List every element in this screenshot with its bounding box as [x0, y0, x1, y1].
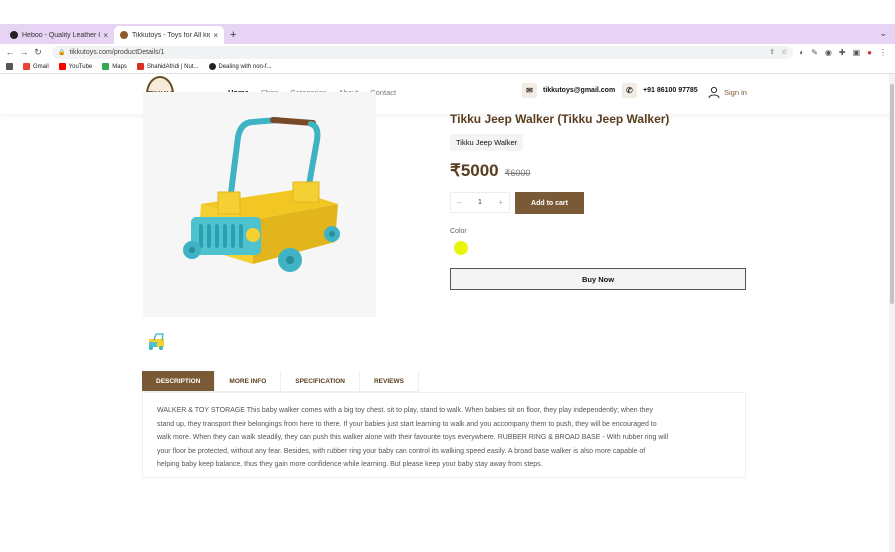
product-title: Tikku Jeep Walker (Tikku Jeep Walker)	[450, 112, 670, 126]
browser-tab-heboo[interactable]: Heboo - Quality Leather Goods ×	[4, 26, 114, 44]
bookmark-star-icon[interactable]: ☆	[781, 48, 787, 56]
description-line: WALKER & TOY STORAGE This baby walker co…	[157, 407, 653, 414]
product-thumbnail[interactable]	[146, 332, 168, 352]
description-line: your floor be protected, without any fea…	[157, 447, 646, 455]
tikkutoys-favicon-icon	[120, 31, 128, 39]
sign-in-text: Sign in	[724, 87, 747, 97]
menu-kebab-icon[interactable]: ⋮	[879, 48, 887, 57]
maps-icon	[102, 63, 110, 70]
bookmark-gmail[interactable]: Gmail	[23, 63, 49, 70]
address-bar[interactable]: 🔒 tikkutoys.com/productDetails/1 ⇪ ☆	[52, 45, 794, 59]
bookmark-label: ShahidAfridi | Nut...	[146, 63, 199, 70]
quantity-stepper[interactable]: – 1 +	[450, 192, 510, 213]
description-line: walk more. When they can walk steadily, …	[157, 434, 669, 441]
share-icon[interactable]: ⇪	[769, 48, 775, 56]
page-scrollbar[interactable]	[889, 74, 895, 552]
tab-close-icon[interactable]: ×	[213, 31, 218, 40]
tab-description[interactable]: DESCRIPTION	[142, 371, 216, 392]
product-main-image[interactable]	[143, 92, 376, 317]
bookmarks-bar: Gmail YouTube Maps ShahidAfridi | Nut...…	[0, 60, 895, 74]
bookmark-label: YouTube	[68, 63, 93, 70]
address-toolbar: ← → ↻ 🔒 tikkutoys.com/productDetails/1 ⇪…	[0, 44, 895, 60]
bookmark-maps[interactable]: Maps	[102, 63, 127, 70]
bookmark-youtube[interactable]: YouTube	[58, 63, 93, 70]
browser-tab-bar: Heboo - Quality Leather Goods × Tikkutoy…	[0, 24, 895, 44]
bookmark-label: Maps	[112, 63, 127, 70]
back-arrow-icon[interactable]: ←	[4, 47, 16, 57]
reload-icon[interactable]: ↻	[32, 47, 44, 58]
user-icon	[708, 86, 720, 98]
extension-icon[interactable]: ◉	[825, 48, 832, 57]
email-text: tikkutoys@gmail.com	[543, 87, 616, 94]
color-swatch-yellow[interactable]	[454, 241, 468, 255]
price-block: ₹5000 ₹6000	[450, 161, 530, 181]
phone-text: +91 86100 97785	[643, 87, 698, 94]
bookmark-dealing[interactable]: Dealing with non-f...	[208, 63, 272, 70]
product-variant-chip[interactable]: Tikku Jeep Walker	[450, 134, 524, 151]
jeep-walker-image	[183, 117, 340, 272]
tab-search-chevron-icon[interactable]: ⌄	[879, 28, 887, 39]
description-panel: WALKER & TOY STORAGE This baby walker co…	[142, 392, 746, 478]
tab-more-info[interactable]: MORE INFO	[215, 371, 282, 392]
color-label: Color	[450, 228, 467, 235]
tab-title: Heboo - Quality Leather Goods	[22, 31, 100, 39]
bookmark-label: Gmail	[33, 63, 49, 70]
tab-specification[interactable]: SPECIFICATION	[281, 371, 360, 392]
product-detail-tabs: DESCRIPTION MORE INFO SPECIFICATION REVI…	[142, 371, 419, 392]
phone-contact[interactable]: ✆ +91 86100 97785	[622, 83, 698, 98]
email-contact[interactable]: ✉ tikkutoys@gmail.com	[522, 83, 615, 98]
jeep-thumbnail-image	[149, 333, 164, 350]
old-price: ₹6000	[504, 168, 531, 178]
puzzle-icon[interactable]: ✚	[839, 48, 846, 57]
youtube-icon	[58, 63, 66, 70]
browser-tab-tikkutoys[interactable]: Tikkutoys - Toys for All kids ×	[114, 26, 224, 44]
decrement-button[interactable]: –	[457, 198, 461, 207]
new-tab-button[interactable]: +	[230, 26, 236, 44]
current-price: ₹5000	[450, 161, 499, 180]
extension-icon[interactable]: ◐	[799, 48, 804, 57]
extensions-area: ◐ ✎ ◉ ✚ ▣ ● ⋮	[799, 48, 891, 57]
description-line: stand up, they transport their belonging…	[157, 420, 657, 428]
extension-icon[interactable]: ✎	[811, 48, 818, 57]
buy-now-button[interactable]: Buy Now	[450, 268, 746, 290]
forward-arrow-icon[interactable]: →	[18, 47, 30, 57]
increment-button[interactable]: +	[498, 198, 503, 207]
tab-reviews[interactable]: REVIEWS	[359, 371, 419, 392]
mail-icon: ✉	[522, 83, 537, 98]
sign-in-link[interactable]: Sign in	[708, 86, 747, 98]
website-viewport: TIKKU Home Shop Categories About Contact…	[0, 74, 895, 552]
scrollbar-thumb[interactable]	[890, 84, 894, 304]
gmail-icon	[23, 63, 30, 70]
z-icon	[136, 63, 144, 70]
phone-icon: ✆	[622, 83, 637, 98]
bookmark-shahidafridi[interactable]: ShahidAfridi | Nut...	[136, 63, 199, 70]
window-top	[0, 0, 895, 24]
profile-icon[interactable]: ●	[867, 48, 872, 57]
bookmark-label: Dealing with non-f...	[218, 63, 272, 70]
github-icon	[208, 63, 216, 70]
add-to-cart-button[interactable]: Add to cart	[515, 192, 584, 214]
lock-icon[interactable]: 🔒	[58, 49, 65, 56]
description-line: helping baby keep balance, thus they gai…	[157, 461, 543, 468]
heboo-favicon-icon	[10, 31, 18, 39]
apps-grid-icon[interactable]	[6, 63, 13, 70]
quantity-value[interactable]: 1	[478, 199, 482, 206]
side-panel-icon[interactable]: ▣	[853, 48, 861, 57]
url-text[interactable]: tikkutoys.com/productDetails/1	[69, 49, 164, 56]
site-header: TIKKU Home Shop Categories About Contact…	[0, 74, 895, 114]
tab-close-icon[interactable]: ×	[103, 31, 108, 40]
tab-title: Tikkutoys - Toys for All kids	[132, 31, 211, 39]
